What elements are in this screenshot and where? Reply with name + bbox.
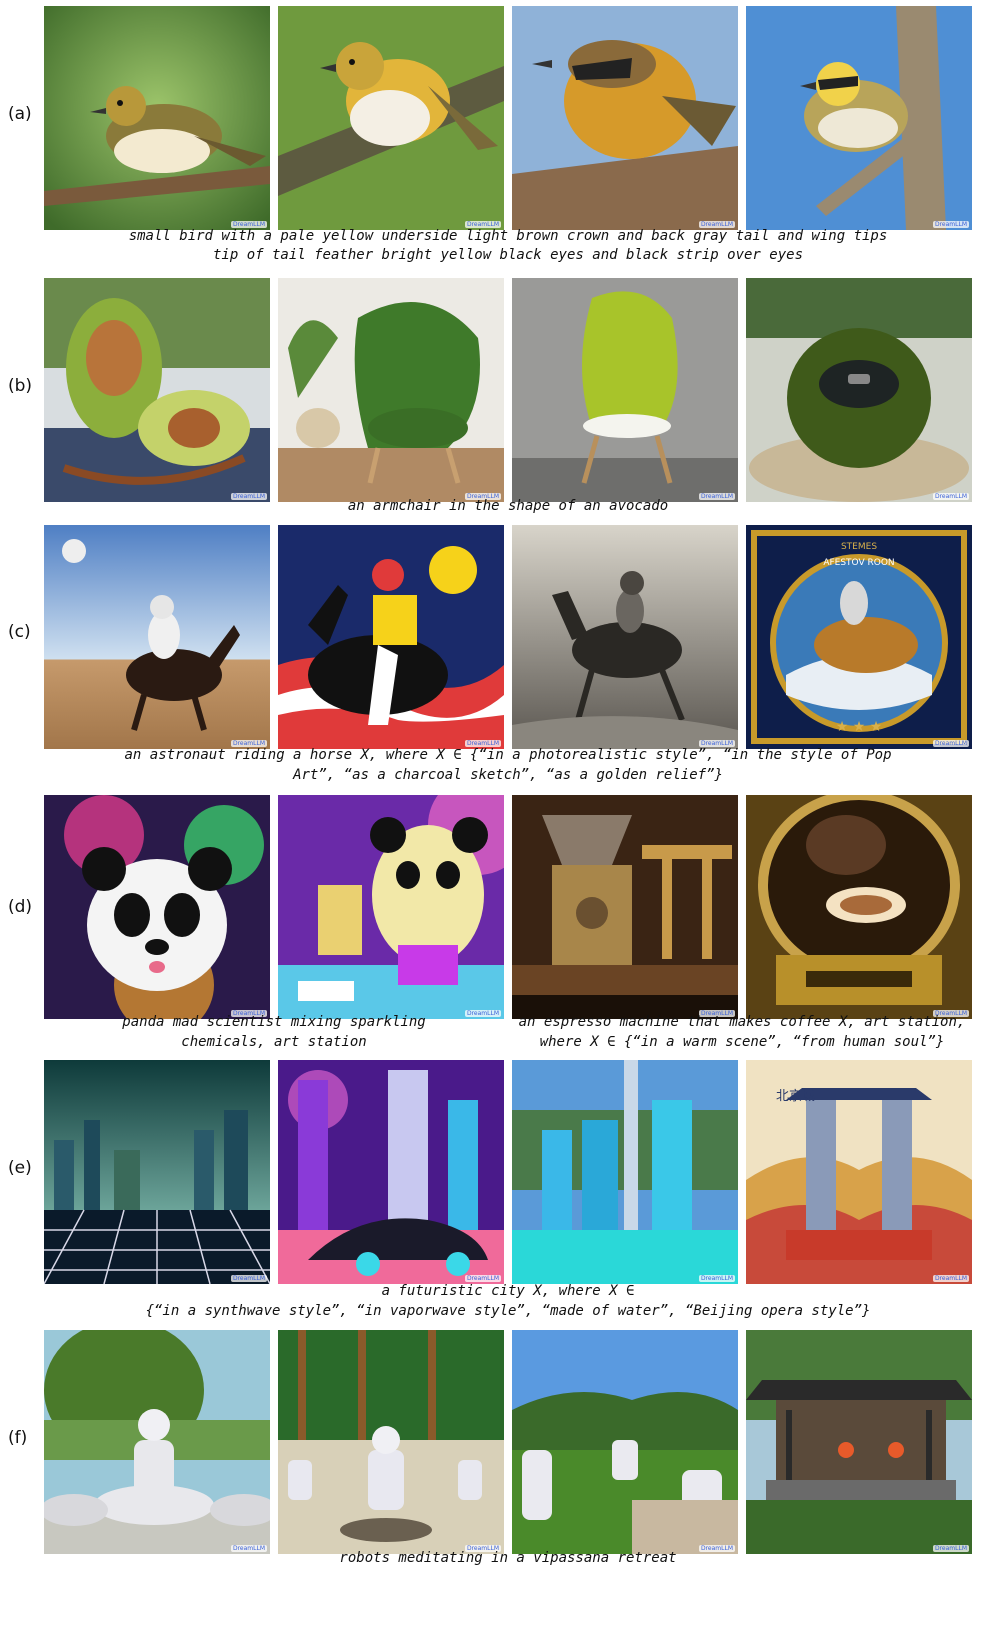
bird-image-4: DreamLLM [746, 6, 972, 230]
avocado-chair-image-3: DreamLLM [512, 278, 738, 502]
city-beijing-opera-image: 北京城 DreamLLM [746, 1060, 972, 1284]
city-vaporwave-image: DreamLLM [278, 1060, 504, 1284]
caption-e-line-1: a futuristic city X, where X ∈ [381, 1283, 635, 1299]
caption-d-left-line-1: panda mad scientist mixing sparkling [122, 1014, 426, 1030]
caption-f: robots meditating in a vipassana retreat [339, 1550, 677, 1566]
robots-meditating-image-4: DreamLLM [746, 1330, 972, 1554]
caption-a-line-1: small bird with a pale yellow underside … [128, 228, 888, 244]
caption-b: an armchair in the shape of an avocado [347, 498, 669, 514]
svg-text:★ ★ ★: ★ ★ ★ [836, 719, 883, 735]
caption-d-left-line-2: chemicals, art station [181, 1034, 367, 1050]
card-subtitle: AFESTOV ROON [823, 558, 894, 568]
astronaut-horse-golden-relief-image: STEMES AFESTOV ROON ★ ★ ★ DreamLLM [746, 525, 972, 749]
bird-image-1: DreamLLM [44, 6, 270, 230]
robots-meditating-image-3: DreamLLM [512, 1330, 738, 1554]
card-title: STEMES [841, 542, 877, 552]
city-made-of-water-image: DreamLLM [512, 1060, 738, 1284]
row-label-e: (e) [8, 1158, 32, 1178]
row-label-d: (d) [8, 897, 33, 917]
espresso-human-soul-image: DreamLLM [746, 795, 972, 1019]
astronaut-horse-pop-art-image: DreamLLM [278, 525, 504, 749]
row-label-c: (c) [8, 622, 31, 642]
robots-meditating-image-1: DreamLLM [44, 1330, 270, 1554]
row-label-f: (f) [8, 1428, 28, 1448]
robots-meditating-image-2: DreamLLM [278, 1330, 504, 1554]
caption-d-right-line-2: where X ∈ {“in a warm scene”, “from huma… [539, 1034, 945, 1050]
astronaut-horse-charcoal-image: DreamLLM [512, 525, 738, 749]
city-synthwave-image: DreamLLM [44, 1060, 270, 1284]
row-label-a: (a) [8, 104, 32, 124]
row-label-b: (b) [8, 376, 33, 396]
bird-image-2: DreamLLM [278, 6, 504, 230]
astronaut-horse-photorealistic-image: DreamLLM [44, 525, 270, 749]
caption-c-line-2: Art”, “as a charcoal sketch”, “as a gold… [293, 767, 723, 783]
panda-scientist-image-2: DreamLLM [278, 795, 504, 1019]
caption-a-line-2: tip of tail feather bright yellow black … [212, 247, 803, 263]
caption-c-line-1: an astronaut riding a horse X, where X ∈… [124, 747, 892, 763]
avocado-chair-image-1: DreamLLM [44, 278, 270, 502]
caption-d-right-line-1: an espresso machine that makes coffee X,… [518, 1014, 966, 1030]
espresso-warm-scene-image: DreamLLM [512, 795, 738, 1019]
caption-e-line-2: {“in a synthwave style”, “in vaporwave s… [145, 1303, 871, 1319]
panda-scientist-image-1: DreamLLM [44, 795, 270, 1019]
avocado-chair-image-2: DreamLLM [278, 278, 504, 502]
bird-image-3: DreamLLM [512, 6, 738, 230]
poster-characters: 北京城 [776, 1089, 815, 1104]
avocado-chair-image-4: DreamLLM [746, 278, 972, 502]
